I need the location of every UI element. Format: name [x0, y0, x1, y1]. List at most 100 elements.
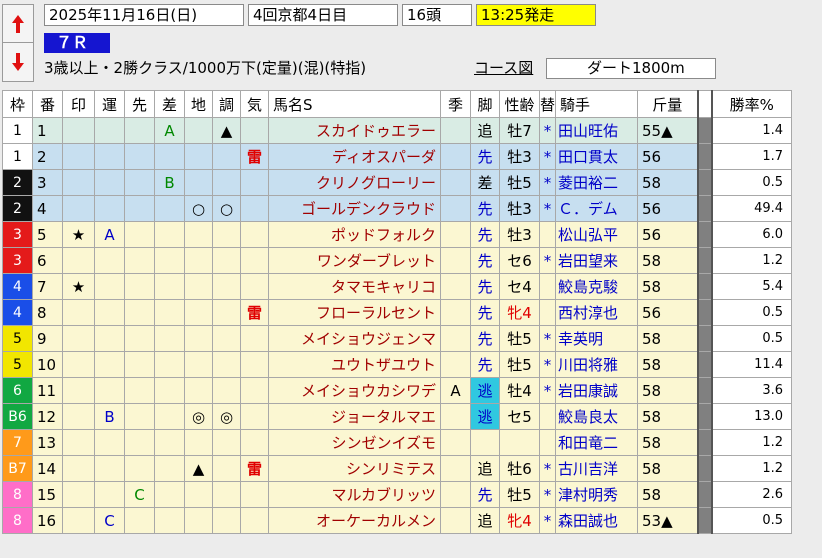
jockey-name[interactable]: 鮫島克駿: [555, 273, 639, 300]
jockey-name[interactable]: 岩田望来: [555, 247, 639, 274]
training-cell: [212, 247, 241, 274]
col-header-closer[interactable]: 差: [154, 90, 185, 118]
table-row[interactable]: 5 9 メイショウジェンマ 先牡5 * 幸英明 58 0.5: [2, 325, 793, 352]
table-row[interactable]: 5 10 ユウトザユウト 先牡5 * 川田将雅 58 11.4: [2, 351, 793, 378]
col-header-mark[interactable]: 印: [62, 90, 95, 118]
col-header-ability[interactable]: 地: [184, 90, 213, 118]
weight-cell: 58: [637, 169, 699, 196]
mark-cell[interactable]: [62, 429, 95, 456]
jockey-name[interactable]: 津村明秀: [555, 481, 639, 508]
mark-cell[interactable]: ★: [62, 221, 95, 248]
mark-cell[interactable]: ★: [62, 273, 95, 300]
col-header-horse-name[interactable]: 馬名S: [268, 90, 441, 118]
front-cell: [124, 169, 155, 196]
mark-cell[interactable]: [62, 377, 95, 404]
sex-age: 牡3: [499, 195, 540, 222]
table-row[interactable]: 8 16 C オーケーカルメン 追牝4 * 森田誠也 53▲ 0.5: [2, 507, 793, 534]
table-row[interactable]: 7 13 シンゼンイズモ 和田竜二 58 1.2: [2, 429, 793, 456]
table-row[interactable]: 2 4 ○ ○ ゴールデンクラウド 先牡3 * Ｃ．デム 56 49.4: [2, 195, 793, 222]
weight-cell: 58: [637, 247, 699, 274]
horse-name[interactable]: ワンダーブレット: [268, 247, 441, 274]
col-header-style[interactable]: 脚: [470, 90, 500, 118]
mark-cell[interactable]: [62, 455, 95, 482]
jockey-name[interactable]: 幸英明: [555, 325, 639, 352]
previous-race-button[interactable]: [3, 5, 33, 43]
jockey-name[interactable]: 古川吉洋: [555, 455, 639, 482]
col-header-season[interactable]: 季: [440, 90, 471, 118]
mark-cell[interactable]: [62, 299, 95, 326]
col-header-win-rate[interactable]: 勝率%: [711, 90, 793, 118]
luck-cell: [94, 429, 125, 456]
mark-cell[interactable]: [62, 325, 95, 352]
weight-cell: 56: [637, 299, 699, 326]
jockey-name[interactable]: 森田誠也: [555, 507, 639, 534]
jockey-name[interactable]: 川田将雅: [555, 351, 639, 378]
running-style: 逃: [470, 403, 500, 430]
col-header-front[interactable]: 先: [124, 90, 155, 118]
horse-name[interactable]: ポッドフォルク: [268, 221, 441, 248]
horse-name[interactable]: ユウトザユウト: [268, 351, 441, 378]
jockey-name[interactable]: Ｃ．デム: [555, 195, 639, 222]
mark-cell[interactable]: [62, 247, 95, 274]
luck-cell: [94, 117, 125, 144]
table-row[interactable]: 8 15 C マルカブリッツ 先牡5 * 津村明秀 58 2.6: [2, 481, 793, 508]
sex-age: 牝4: [499, 299, 540, 326]
ability-cell: [184, 247, 213, 274]
jockey-name[interactable]: 田山旺佑: [555, 117, 639, 144]
horse-name[interactable]: スカイドゥエラー: [268, 117, 441, 144]
table-row[interactable]: 4 7 ★ タマモキャリコ 先セ4 鮫島克駿 58 5.4: [2, 273, 793, 300]
jockey-name[interactable]: 菱田裕二: [555, 169, 639, 196]
weight-cell: 58: [637, 429, 699, 456]
col-header-number[interactable]: 番: [32, 90, 63, 118]
horse-name[interactable]: メイショウジェンマ: [268, 325, 441, 352]
jockey-name[interactable]: 鮫島良太: [555, 403, 639, 430]
table-row[interactable]: 1 1 A ▲ スカイドゥエラー 追牡7 * 田山旺佑 55▲ 1.4: [2, 117, 793, 144]
table-row[interactable]: B6 12 B ◎ ◎ ジョータルマエ 逃セ5 鮫島良太 58 13.0: [2, 403, 793, 430]
jockey-name[interactable]: 田口貫太: [555, 143, 639, 170]
table-row[interactable]: 1 2 雷ディオスパーダ 先牡3 * 田口貫太 56 1.7: [2, 143, 793, 170]
course-map-link[interactable]: コース図: [474, 58, 533, 78]
horse-name[interactable]: シンゼンイズモ: [268, 429, 441, 456]
horse-name[interactable]: ジョータルマエ: [268, 403, 441, 430]
mark-cell[interactable]: [62, 481, 95, 508]
table-row[interactable]: 3 5 ★ A ポッドフォルク 先牡3 松山弘平 56 6.0: [2, 221, 793, 248]
horse-name[interactable]: オーケーカルメン: [268, 507, 441, 534]
col-header-change[interactable]: 替: [538, 90, 557, 118]
horse-name[interactable]: マルカブリッツ: [268, 481, 441, 508]
table-row[interactable]: 6 11 メイショウカシワデ A 逃牡4 * 岩田康誠 58 3.6: [2, 377, 793, 404]
jockey-change: *: [538, 481, 557, 508]
col-header-training[interactable]: 調: [212, 90, 241, 118]
horse-name[interactable]: ディオスパーダ: [268, 143, 441, 170]
col-header-weight[interactable]: 斤量: [637, 90, 699, 118]
mark-cell[interactable]: [62, 351, 95, 378]
mark-cell[interactable]: [62, 143, 95, 170]
mark-cell[interactable]: [62, 169, 95, 196]
col-header-luck[interactable]: 運: [94, 90, 125, 118]
jockey-name[interactable]: 西村淳也: [555, 299, 639, 326]
mark-cell[interactable]: [62, 195, 95, 222]
horse-name[interactable]: メイショウカシワデ: [268, 377, 441, 404]
horse-name[interactable]: ゴールデンクラウド: [268, 195, 441, 222]
horse-name[interactable]: タマモキャリコ: [268, 273, 441, 300]
table-row[interactable]: 2 3 B クリノグローリー 差牡5 * 菱田裕二 58 0.5: [2, 169, 793, 196]
jockey-name[interactable]: 和田竜二: [555, 429, 639, 456]
jockey-name[interactable]: 岩田康誠: [555, 377, 639, 404]
jockey-name[interactable]: 松山弘平: [555, 221, 639, 248]
front-cell: [124, 325, 155, 352]
ability-cell: ▲: [184, 455, 213, 482]
col-header-jockey[interactable]: 騎手: [555, 90, 639, 118]
horse-name[interactable]: クリノグローリー: [268, 169, 441, 196]
win-rate: 0.5: [711, 299, 793, 326]
col-header-sex-age[interactable]: 性齢: [499, 90, 540, 118]
mark-cell[interactable]: [62, 403, 95, 430]
col-header-waku[interactable]: 枠: [2, 90, 33, 118]
horse-name[interactable]: シンリミテス: [268, 455, 441, 482]
table-row[interactable]: 3 6 ワンダーブレット 先セ6 * 岩田望来 58 1.2: [2, 247, 793, 274]
horse-name[interactable]: フローラルセント: [268, 299, 441, 326]
col-header-mood[interactable]: 気: [240, 90, 269, 118]
mark-cell[interactable]: [62, 117, 95, 144]
table-row[interactable]: B7 14 ▲ 雷シンリミテス 追牡6 * 古川吉洋 58 1.2: [2, 455, 793, 482]
next-race-button[interactable]: [3, 43, 33, 80]
mark-cell[interactable]: [62, 507, 95, 534]
table-row[interactable]: 4 8 雷フローラルセント 先牝4 西村淳也 56 0.5: [2, 299, 793, 326]
